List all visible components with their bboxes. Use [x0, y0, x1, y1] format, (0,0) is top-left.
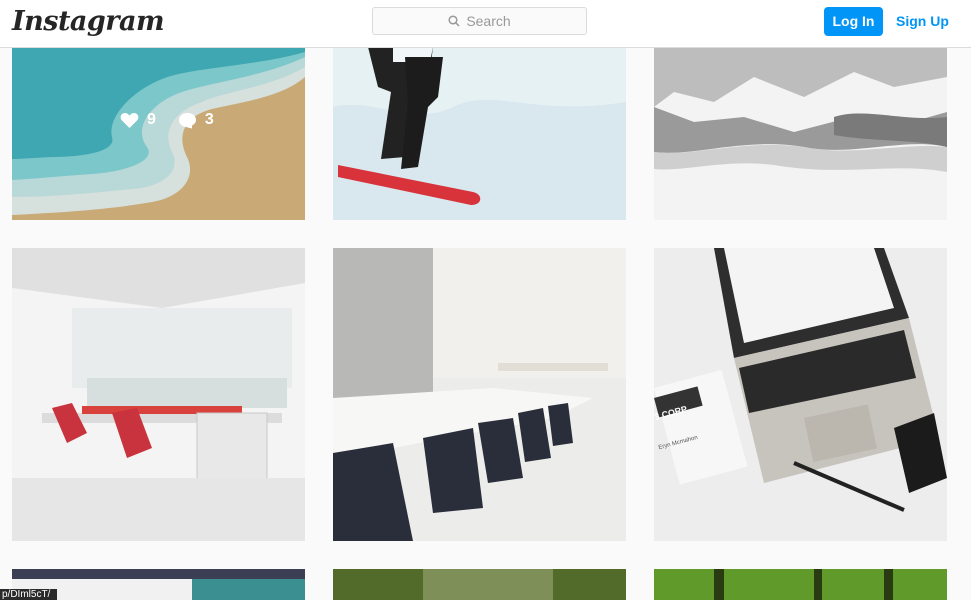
post-image — [333, 569, 626, 600]
search-icon — [448, 15, 460, 27]
signup-button[interactable]: Sign Up — [896, 7, 949, 36]
post-image — [654, 47, 947, 220]
post-image — [12, 47, 305, 220]
likes-count: 9 — [147, 111, 156, 128]
likes-stat: 9 — [120, 111, 156, 129]
post-image — [333, 248, 626, 541]
post-bottom-right[interactable] — [654, 569, 947, 600]
comment-icon — [178, 112, 196, 128]
login-button[interactable]: Log In — [824, 7, 883, 36]
comments-stat: 3 — [178, 111, 214, 129]
post-image — [654, 569, 947, 600]
post-conference-room[interactable] — [333, 248, 626, 541]
comments-count: 3 — [204, 111, 214, 128]
status-url: p/DIml5cT/ — [0, 589, 57, 600]
heart-icon — [120, 112, 139, 128]
post-office[interactable] — [12, 248, 305, 541]
post-stats: 9 3 — [120, 111, 214, 129]
post-image — [12, 248, 305, 541]
post-beach[interactable]: 9 3 — [12, 47, 305, 220]
instagram-logo[interactable]: Instagram — [12, 6, 165, 37]
post-mountains[interactable] — [654, 47, 947, 220]
post-image — [654, 248, 947, 541]
post-laptop[interactable]: 3 CORP Eryn Mcmahon — [654, 248, 947, 541]
post-snowboard[interactable] — [333, 47, 626, 220]
post-bottom-middle[interactable] — [333, 569, 626, 600]
search-placeholder: Search — [466, 13, 511, 29]
post-image — [333, 47, 626, 220]
search-input[interactable]: Search — [372, 7, 587, 35]
top-nav: Instagram Search Log In Sign Up — [0, 0, 971, 48]
